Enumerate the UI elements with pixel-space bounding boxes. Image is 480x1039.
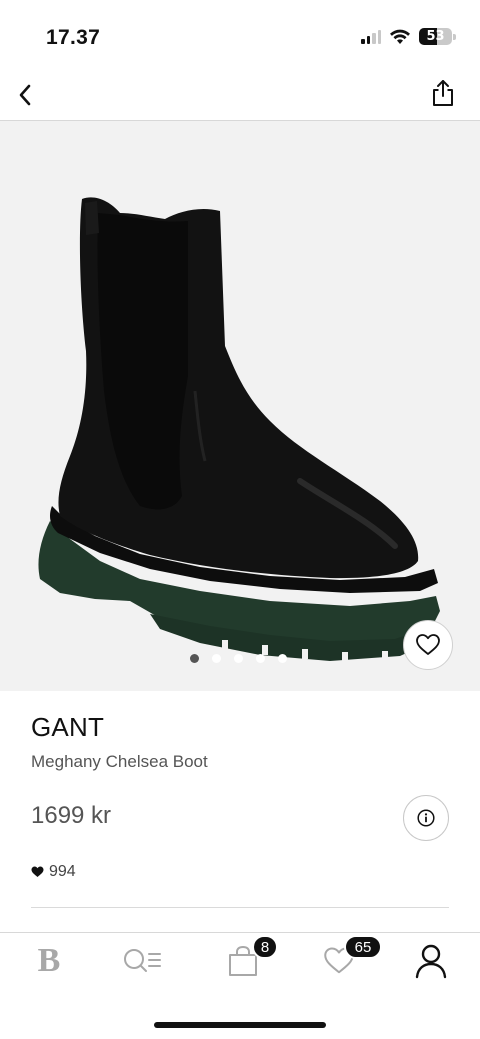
gallery-dot[interactable] [256, 654, 265, 663]
gallery-dot[interactable] [278, 654, 287, 663]
status-bar: 17.37 53 [0, 0, 480, 70]
bag-count-badge: 8 [252, 935, 278, 959]
likes-value: 994 [49, 863, 76, 880]
share-icon [433, 80, 453, 106]
top-nav [0, 70, 480, 121]
tab-bar: B 8 65 [0, 932, 480, 992]
product-gallery[interactable] [0, 121, 480, 691]
product-price: 1699 kr [31, 802, 112, 829]
brand-logo-icon: B [37, 942, 61, 979]
battery-icon: 53 [419, 28, 452, 45]
profile-icon [415, 944, 447, 979]
gallery-dot[interactable] [234, 654, 243, 663]
product-name: Meghany Chelsea Boot [31, 752, 208, 771]
tab-home[interactable]: B [26, 939, 72, 983]
search-icon [124, 949, 161, 972]
product-image [38, 197, 440, 662]
likes-count: 994 [31, 863, 76, 881]
heart-outline-icon [416, 634, 440, 655]
price-info-button[interactable] [403, 795, 449, 841]
wifi-icon [390, 29, 410, 44]
divider [31, 907, 449, 908]
status-icons: 53 [361, 28, 456, 45]
gallery-dots[interactable] [190, 654, 287, 663]
tab-search[interactable] [120, 939, 166, 983]
back-button[interactable] [12, 80, 38, 110]
status-time: 17.37 [46, 26, 101, 49]
gallery-dot[interactable] [212, 654, 221, 663]
share-button[interactable] [430, 78, 456, 108]
gallery-dot[interactable] [190, 654, 199, 663]
heart-filled-icon [31, 866, 44, 877]
home-indicator[interactable] [154, 1022, 326, 1028]
info-icon [417, 809, 435, 827]
chevron-left-icon [19, 84, 31, 106]
battery-level: 53 [426, 29, 445, 44]
favorites-count-badge: 65 [344, 935, 382, 959]
favorite-button[interactable] [403, 620, 453, 670]
tab-profile[interactable] [408, 939, 454, 983]
product-brand[interactable]: GANT [31, 712, 104, 743]
signal-icon [361, 29, 381, 44]
